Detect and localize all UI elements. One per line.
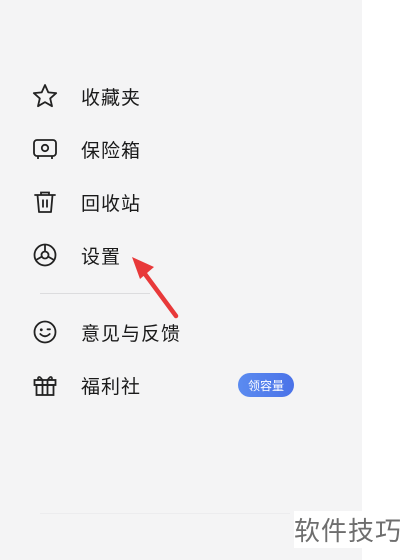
- gift-icon: [30, 370, 60, 400]
- menu-item-feedback[interactable]: 意见与反馈: [30, 312, 330, 352]
- star-icon: [30, 81, 60, 111]
- claim-storage-badge[interactable]: 领容量: [238, 373, 294, 397]
- trash-icon: [30, 187, 60, 217]
- menu-item-label: 保险箱: [81, 139, 142, 162]
- smile-icon: [30, 317, 60, 347]
- menu-divider: [40, 293, 150, 294]
- menu-item-recycle-bin[interactable]: 回收站: [30, 182, 330, 222]
- menu-item-label: 福利社: [81, 375, 142, 398]
- watermark: 软件技巧: [293, 511, 402, 548]
- safe-icon: [30, 134, 60, 164]
- menu-item-favorites[interactable]: 收藏夹: [30, 76, 330, 116]
- menu-item-label: 回收站: [81, 192, 142, 215]
- menu-item-vault[interactable]: 保险箱: [30, 129, 330, 169]
- menu-item-label: 意见与反馈: [81, 322, 182, 345]
- menu-item-label: 设置: [81, 245, 122, 268]
- menu-item-label: 收藏夹: [81, 86, 142, 109]
- side-panel: 收藏夹 保险箱 回收站 设置 意见与反馈 福利社 领容量: [0, 0, 362, 560]
- settings-icon: [30, 240, 60, 270]
- menu-item-settings[interactable]: 设置: [30, 235, 330, 275]
- bottom-divider: [40, 513, 290, 514]
